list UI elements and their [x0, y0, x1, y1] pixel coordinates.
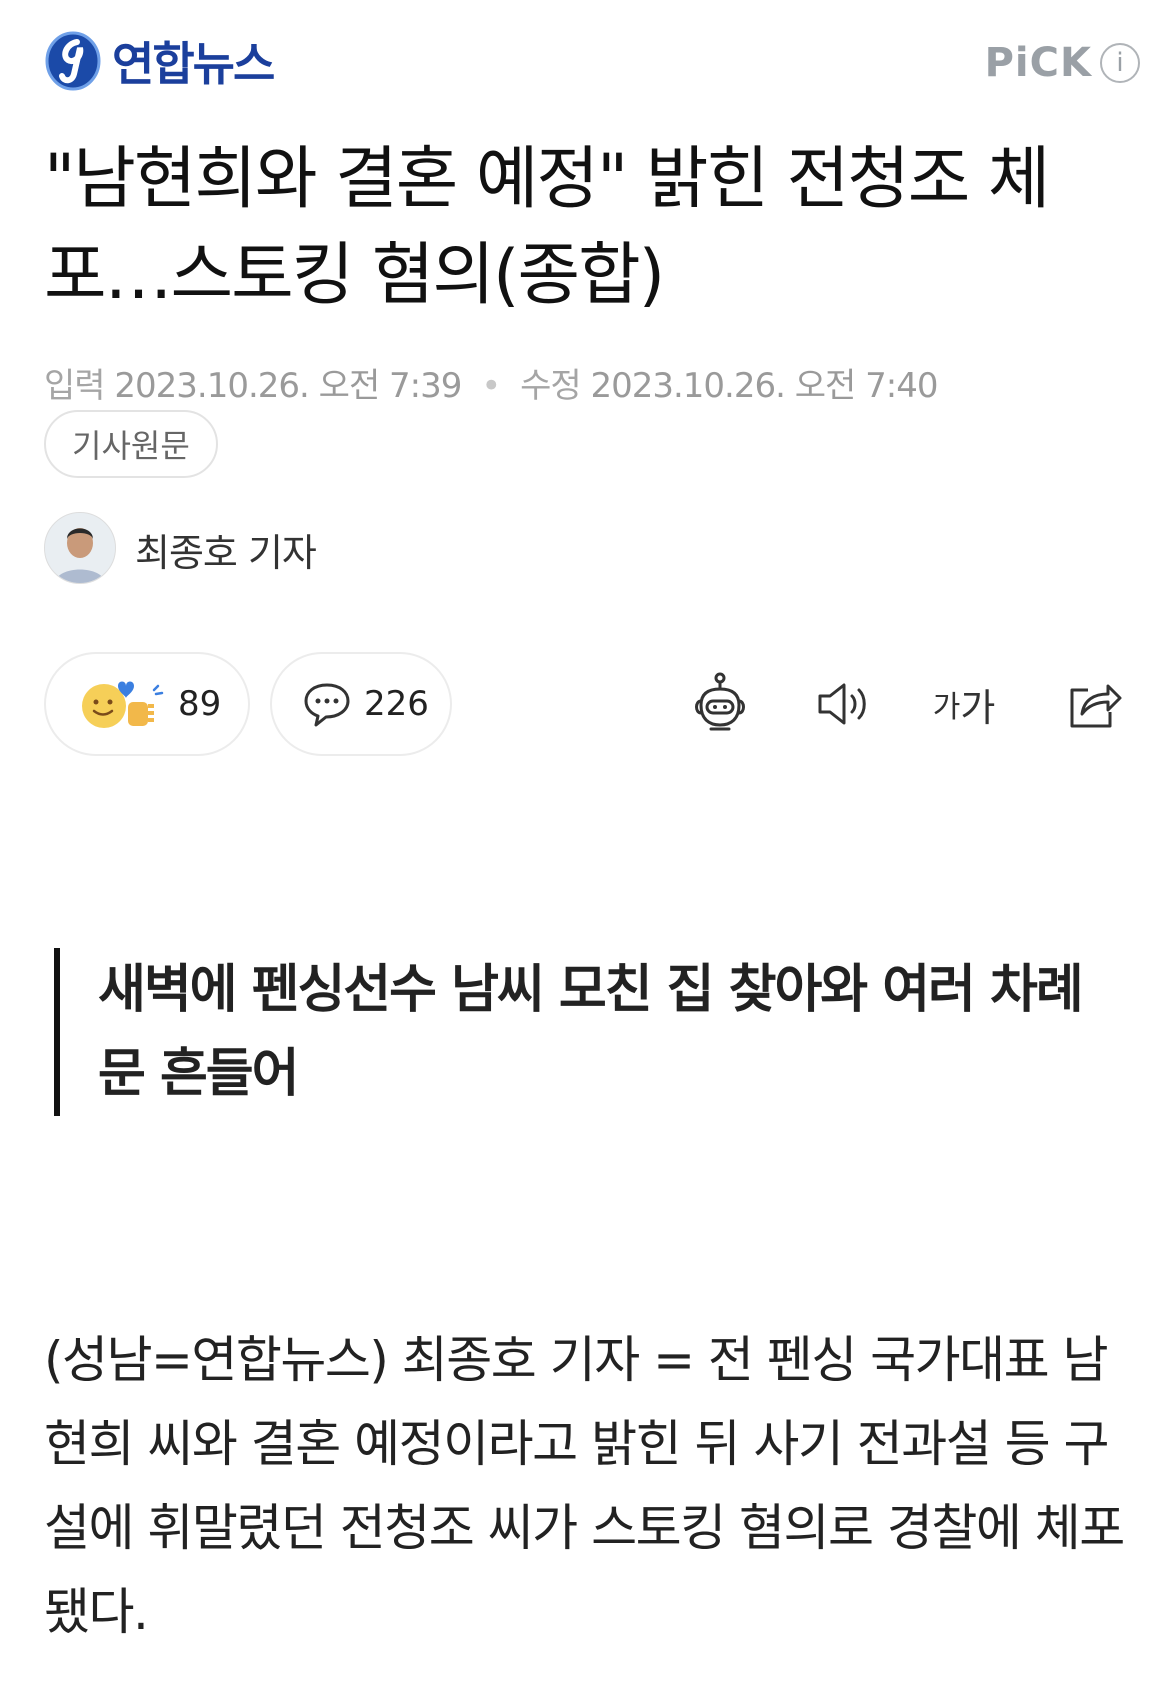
article-body: (성남=연합뉴스) 최종호 기자 = 전 펜싱 국가대표 남현희 씨와 결혼 예… [44, 1331, 1125, 1641]
speaker-icon [818, 683, 866, 725]
input-time: 2023.10.26. 오전 7:39 [114, 366, 462, 406]
robot-summary-icon [695, 672, 745, 731]
comment-bubble-icon [304, 683, 350, 727]
article-title: "남현희와 결혼 예정" 밝힌 전청조 체포…스토킹 혐의(종합) [44, 140, 1050, 315]
font-small-label: 가 [932, 690, 961, 725]
modified-label: 수정 [520, 366, 582, 406]
article-timestamps: 입력 2023.10.26. 오전 7:39 • 수정 2023.10.26. … [44, 358, 938, 407]
original-article-button[interactable]: 기사원문 [44, 410, 218, 478]
input-label: 입력 [44, 366, 106, 406]
share-button[interactable] [1058, 668, 1130, 740]
meta-separator: • [481, 366, 501, 406]
font-large-label: 가 [960, 685, 996, 730]
info-icon[interactable]: i [1100, 43, 1140, 83]
brand-logo[interactable]: 연합뉴스 [44, 28, 275, 94]
modified-time: 2023.10.26. 오전 7:40 [590, 366, 938, 406]
font-size-button[interactable]: 가가 [928, 668, 1000, 740]
yonhap-logo-icon [45, 31, 101, 91]
article-summary-quote: 새벽에 펜싱선수 남씨 모친 집 찾아와 여러 차례 문 흔들어 [54, 948, 1118, 1116]
reporter-name[interactable]: 최종호 기자 [135, 522, 317, 577]
reaction-count: 89 [178, 684, 222, 724]
reaction-button[interactable]: 89 [44, 652, 250, 756]
summary-text: 새벽에 펜싱선수 남씨 모친 집 찾아와 여러 차례 문 흔들어 [98, 960, 1084, 1104]
brand-name: 연합뉴스 [112, 37, 275, 91]
share-icon [1070, 684, 1122, 728]
comment-button[interactable]: 226 [270, 652, 452, 756]
summary-bot-button[interactable] [684, 668, 756, 740]
reaction-emoji-icon [82, 681, 164, 728]
reporter-photo-icon [45, 513, 115, 583]
comment-count: 226 [364, 684, 429, 724]
reporter-avatar[interactable] [44, 512, 116, 584]
pick-label: PiCK [984, 40, 1092, 86]
read-aloud-button[interactable] [808, 668, 880, 740]
pick-badge[interactable]: PiCK i [985, 40, 1140, 86]
